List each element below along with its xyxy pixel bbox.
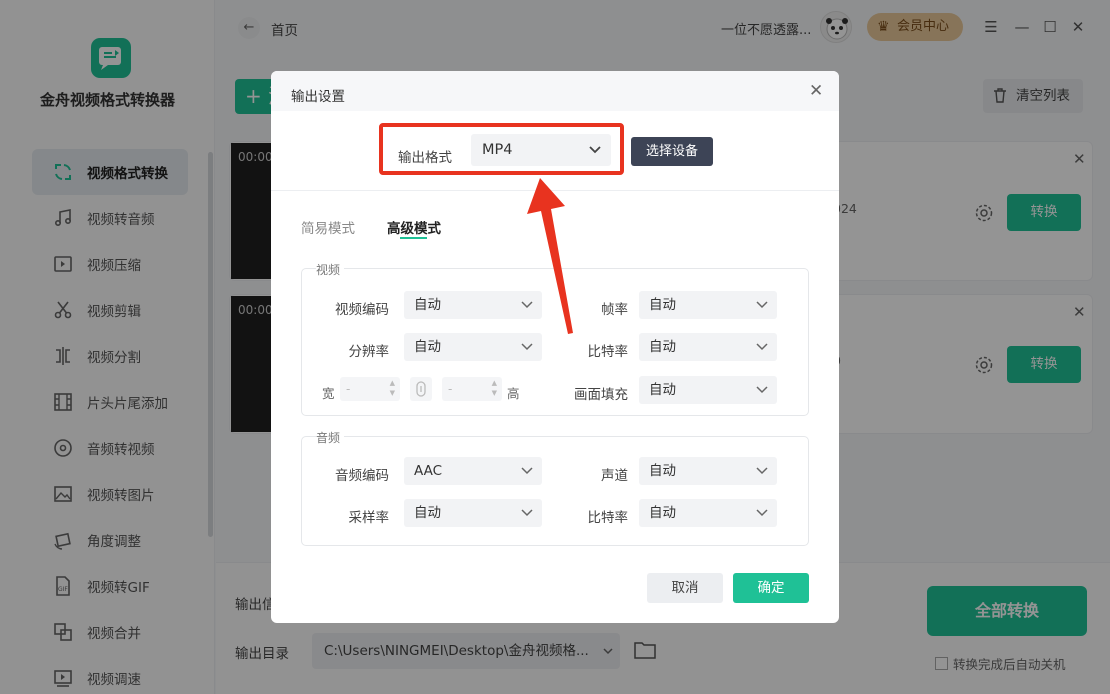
annotation-arrow-icon xyxy=(527,178,573,334)
